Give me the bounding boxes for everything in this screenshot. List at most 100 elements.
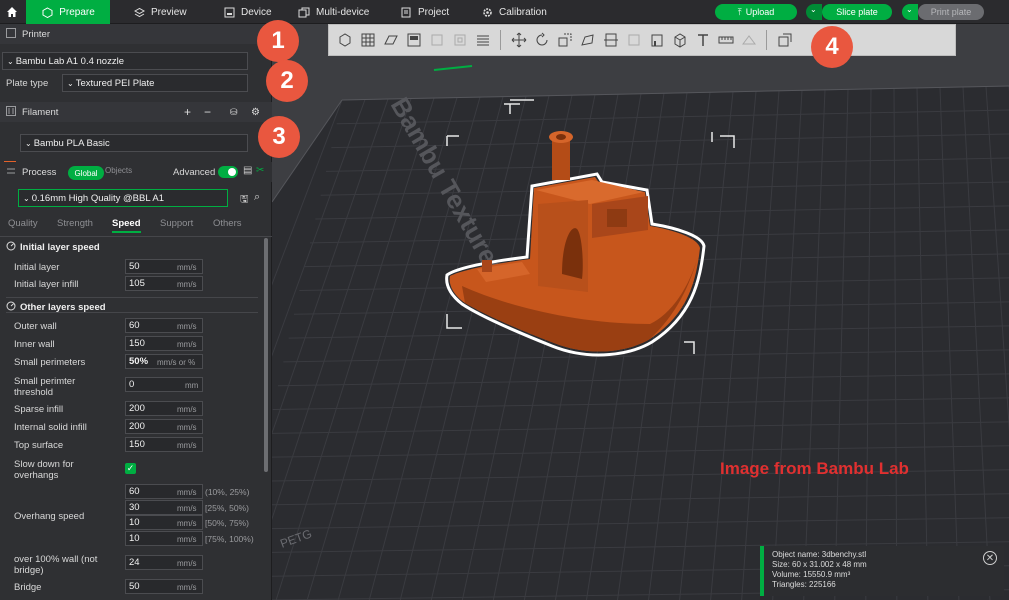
tab-device[interactable]: Device bbox=[223, 0, 272, 24]
tab-strength[interactable]: Strength bbox=[57, 218, 93, 229]
search-icon[interactable]: ⌕ bbox=[254, 191, 260, 204]
3d-viewport[interactable]: Bambu Textured PETG bbox=[272, 24, 1009, 600]
chevron-down-icon: ⌄ bbox=[25, 138, 32, 148]
small-perimeter-threshold-label: Small perimter threshold bbox=[14, 376, 76, 398]
layers-icon bbox=[133, 6, 145, 18]
unit-label: mm/s bbox=[177, 519, 197, 528]
tab-label: Preview bbox=[151, 6, 187, 18]
tab-support[interactable]: Support bbox=[160, 218, 193, 229]
annotation-badge-3: 3 bbox=[258, 116, 300, 158]
remove-filament-icon[interactable]: − bbox=[204, 105, 211, 119]
settings-icon[interactable]: ⚙ bbox=[251, 107, 260, 118]
advanced-switch[interactable] bbox=[218, 166, 238, 178]
arrange-icon[interactable] bbox=[404, 31, 423, 50]
unit-label: mm/s bbox=[177, 263, 197, 272]
tab-prepare[interactable]: Prepare bbox=[26, 0, 110, 24]
tab-calibration[interactable]: Calibration bbox=[481, 0, 547, 24]
overhang-range-label: [75%, 100%) bbox=[205, 534, 254, 544]
tab-others[interactable]: Others bbox=[213, 218, 242, 229]
copy-icon[interactable] bbox=[450, 31, 469, 50]
upload-button[interactable]: ⤒ Upload bbox=[715, 4, 797, 20]
object-info-panel: Object name: 3dbenchy.stl Size: 60 x 31.… bbox=[760, 546, 1004, 596]
orient-icon[interactable] bbox=[427, 31, 446, 50]
plate-type-label: Plate type bbox=[6, 78, 49, 89]
print-dropdown[interactable]: ⌄ bbox=[902, 4, 918, 20]
home-icon bbox=[7, 7, 17, 17]
filament-sync-icon[interactable]: ⛁ bbox=[230, 107, 238, 118]
toolbar-separator bbox=[766, 30, 767, 50]
objects-toggle[interactable]: Objects bbox=[105, 166, 132, 175]
over-100-wall-label: over 100% wall (not bridge) bbox=[14, 554, 98, 576]
chevron-down-icon: ⌄ bbox=[906, 5, 913, 14]
overhang-range-label: [25%, 50%) bbox=[205, 503, 249, 513]
home-button[interactable] bbox=[0, 0, 24, 24]
grid-add-icon[interactable] bbox=[358, 31, 377, 50]
printer-icon bbox=[223, 6, 235, 18]
filament-select[interactable]: ⌄ Bambu PLA Basic bbox=[20, 134, 248, 152]
tab-label: Device bbox=[241, 6, 272, 18]
split-view-icon[interactable] bbox=[775, 31, 794, 50]
plate-type-select[interactable]: ⌄ Textured PEI Plate bbox=[62, 74, 248, 92]
compare-icon[interactable]: ▤ bbox=[243, 165, 252, 176]
menu-icon[interactable] bbox=[473, 31, 492, 50]
upload-icon: ⤒ bbox=[737, 6, 742, 17]
unit-label: mm/s or % bbox=[157, 358, 196, 367]
inner-wall-label: Inner wall bbox=[14, 339, 55, 350]
slice-dropdown[interactable]: ⌄ bbox=[806, 4, 822, 20]
tab-preview[interactable]: Preview bbox=[133, 0, 187, 24]
divider bbox=[6, 297, 258, 298]
print-plate-button[interactable]: Print plate bbox=[918, 4, 984, 20]
initial-layer-speed-heading: Initial layer speed bbox=[6, 241, 100, 254]
scale-icon[interactable] bbox=[555, 31, 574, 50]
boolean-icon[interactable] bbox=[624, 31, 643, 50]
multi-printer-icon bbox=[298, 6, 310, 18]
bridge-label: Bridge bbox=[14, 582, 42, 593]
internal-solid-infill-label: Internal solid infill bbox=[14, 422, 87, 433]
tab-project[interactable]: Project bbox=[400, 0, 449, 24]
unit-label: mm/s bbox=[177, 559, 197, 568]
move-icon[interactable] bbox=[509, 31, 528, 50]
advanced-label: Advanced bbox=[173, 167, 216, 178]
add-cube-icon[interactable] bbox=[335, 31, 354, 50]
tab-speed[interactable]: Speed bbox=[112, 218, 141, 233]
cut-icon[interactable] bbox=[601, 31, 620, 50]
process-preset-select[interactable]: ⌄ 0.16mm High Quality @BBL A1 bbox=[18, 189, 228, 207]
slice-plate-button[interactable]: Slice plate bbox=[822, 4, 892, 20]
printer-section-header[interactable]: Printer bbox=[0, 24, 272, 44]
text-icon[interactable] bbox=[693, 31, 712, 50]
tab-quality[interactable]: Quality bbox=[8, 218, 38, 229]
unit-label: mm/s bbox=[177, 504, 197, 513]
scissors-icon[interactable]: ✂ bbox=[256, 165, 264, 176]
sidebar-scrollbar[interactable] bbox=[264, 238, 268, 472]
printer-select[interactable]: ⌄ Bambu Lab A1 0.4 nozzle bbox=[2, 52, 248, 70]
object-triangles: Triangles: 225166 bbox=[772, 580, 836, 589]
overhang-range-label: [50%, 75%) bbox=[205, 518, 249, 528]
overhang-range-label: (10%, 25%) bbox=[205, 487, 250, 497]
support-paint-icon[interactable] bbox=[647, 31, 666, 50]
unit-label: mm/s bbox=[177, 405, 197, 414]
sparse-infill-label: Sparse infill bbox=[14, 404, 64, 415]
assembly-icon[interactable] bbox=[739, 31, 758, 50]
slow-down-overhangs-label: Slow down for overhangs bbox=[14, 459, 74, 481]
model-toolbar bbox=[328, 24, 956, 56]
rotate-icon[interactable] bbox=[532, 31, 551, 50]
unit-label: mm/s bbox=[177, 488, 197, 497]
lay-on-face-icon[interactable] bbox=[578, 31, 597, 50]
settings-sidebar: Printer ⌄ Bambu Lab A1 0.4 nozzle Plate … bbox=[0, 24, 272, 600]
add-filament-icon[interactable]: + bbox=[184, 105, 191, 119]
printer-icon bbox=[6, 27, 16, 41]
object-size: Size: 60 x 31.002 x 48 mm bbox=[772, 560, 867, 569]
slow-down-overhangs-checkbox[interactable]: ✓ bbox=[125, 463, 136, 474]
global-toggle[interactable]: Global bbox=[68, 166, 104, 180]
unit-label: mm/s bbox=[177, 423, 197, 432]
measure-icon[interactable] bbox=[716, 31, 735, 50]
save-icon[interactable]: 🖫 bbox=[240, 192, 249, 209]
filament-section-header[interactable]: Filament + − ⛁ ⚙ bbox=[0, 102, 272, 122]
plate-icon[interactable] bbox=[381, 31, 400, 50]
object-name: Object name: 3dbenchy.stl bbox=[772, 550, 867, 559]
chevron-down-icon: ⌄ bbox=[810, 5, 817, 14]
tab-multi-device[interactable]: Multi-device bbox=[298, 0, 369, 24]
seam-icon[interactable] bbox=[670, 31, 689, 50]
close-icon[interactable]: ✕ bbox=[983, 551, 997, 565]
annotation-badge-2: 2 bbox=[266, 60, 308, 102]
